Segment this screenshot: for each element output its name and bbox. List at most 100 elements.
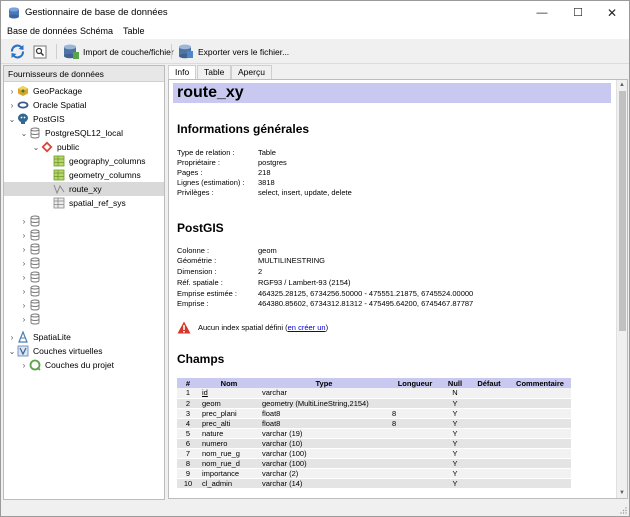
field-number: 10 [177, 478, 199, 489]
tree-item-route-xy[interactable]: route_xy [4, 182, 164, 196]
expand-icon[interactable]: › [19, 258, 29, 268]
field-length [389, 458, 441, 469]
expand-icon[interactable]: › [19, 286, 29, 296]
col-header-default: Défaut [469, 378, 509, 388]
tree-item-postgis[interactable]: ⌄ PostGIS [4, 112, 164, 126]
resize-grip-icon[interactable] [619, 506, 627, 514]
field-type: geometry (MultiLineString,2154) [259, 398, 389, 409]
info-value: select, insert, update, delete [258, 188, 352, 197]
tree-item-connection[interactable]: › [4, 298, 164, 312]
tree-item-connection[interactable]: › [4, 242, 164, 256]
warning-close: ) [325, 323, 329, 332]
field-name: importance [199, 468, 259, 479]
db-manager-window: Gestionnaire de base de données — ☐ ✕ Ba… [0, 0, 630, 517]
tree-item-connection[interactable]: › [4, 256, 164, 270]
field-default [469, 478, 509, 489]
minimize-button[interactable]: — [525, 1, 559, 25]
scroll-down-icon[interactable]: ▼ [617, 488, 627, 498]
panel-header: Fournisseurs de données [4, 66, 164, 82]
scroll-up-icon[interactable]: ▲ [617, 80, 627, 90]
field-default [469, 408, 509, 419]
field-default [469, 448, 509, 459]
table-row: 3 prec_plani float8 8 Y [177, 408, 571, 419]
maximize-button[interactable]: ☐ [561, 1, 595, 25]
field-default [469, 418, 509, 429]
database-app-icon [9, 7, 19, 19]
tab-apercu[interactable]: Aperçu [231, 65, 272, 79]
tree-item-spatial-ref-sys[interactable]: spatial_ref_sys [4, 196, 164, 210]
create-index-link[interactable]: en créer un [288, 323, 326, 332]
postgis-label: Réf. spatiale : [177, 278, 223, 287]
tree-item-connection[interactable]: › [4, 312, 164, 326]
expand-icon[interactable]: › [19, 272, 29, 282]
tree-item-connection[interactable]: › [4, 284, 164, 298]
expand-icon[interactable]: › [19, 314, 29, 324]
tree-item-virtual-layers[interactable]: ⌄ Couches virtuelles [4, 344, 164, 358]
tree-item-label: geography_columns [69, 156, 146, 166]
info-label: Propriétaire : [177, 158, 220, 167]
refresh-button[interactable] [9, 42, 26, 61]
info-button[interactable] [33, 42, 47, 61]
tree-item-connection[interactable]: › [4, 228, 164, 242]
tree-item-project-layers[interactable]: › Couches du projet [4, 358, 164, 372]
expand-icon[interactable]: › [7, 100, 17, 110]
scrollbar-thumb[interactable] [619, 91, 626, 331]
field-length: 8 [389, 418, 441, 429]
postgis-label: Géométrie : [177, 256, 217, 265]
info-label: Pages : [177, 168, 203, 177]
vertical-scrollbar[interactable]: ▲ ▼ [616, 80, 627, 498]
tab-table[interactable]: Table [197, 65, 232, 79]
collapse-icon[interactable]: ⌄ [7, 114, 17, 124]
import-layer-button[interactable]: Import de couche/fichier [62, 42, 174, 61]
tree-item-geopackage[interactable]: › GeoPackage [4, 84, 164, 98]
status-bar [1, 501, 629, 516]
expand-icon[interactable]: › [19, 230, 29, 240]
field-length [389, 468, 441, 479]
postgis-value: 464325.28125, 6734256.50000 - 475551.218… [258, 289, 474, 298]
tree-item-spatialite[interactable]: › SpatiaLite [4, 330, 164, 344]
field-type: varchar (2) [259, 468, 389, 479]
tree-item-connection[interactable]: › [4, 214, 164, 228]
field-number: 1 [177, 388, 199, 399]
geopackage-icon [17, 85, 29, 97]
export-file-button[interactable]: Exporter vers le fichier... [177, 42, 289, 61]
tree-item-connection[interactable]: › [4, 270, 164, 284]
tree-item-geometry-columns[interactable]: geometry_columns [4, 168, 164, 182]
expand-icon[interactable]: › [19, 300, 29, 310]
col-header-name: Nom [199, 378, 259, 388]
collapse-icon[interactable]: ⌄ [31, 142, 41, 152]
field-length [389, 398, 441, 409]
warning-text: Aucun index spatial défini ( [198, 323, 288, 332]
tree-item-oracle-spatial[interactable]: › Oracle Spatial [4, 98, 164, 112]
field-type: varchar (100) [259, 448, 389, 459]
database-icon [29, 257, 41, 269]
field-null: Y [441, 468, 469, 479]
menu-table[interactable]: Table [123, 26, 145, 36]
close-button[interactable]: ✕ [595, 1, 629, 25]
col-header-type: Type [259, 378, 389, 388]
info-label: Privilèges : [177, 188, 214, 197]
tree-item-geography-columns[interactable]: geography_columns [4, 154, 164, 168]
table-row: 4 prec_alti float8 8 Y [177, 418, 571, 429]
menu-schema[interactable]: Schéma [80, 26, 113, 36]
field-name: nom_rue_d [199, 458, 259, 469]
expand-icon[interactable]: › [19, 360, 29, 370]
field-comment [509, 398, 571, 409]
database-icon [29, 285, 41, 297]
tree-item-public-schema[interactable]: ⌄ public [4, 140, 164, 154]
table-icon [53, 155, 65, 167]
field-number: 8 [177, 458, 199, 469]
tree-item-postgresql12-local[interactable]: ⌄ PostgreSQL12_local [4, 126, 164, 140]
menu-base-de-donnees[interactable]: Base de données [7, 26, 77, 36]
field-number: 2 [177, 398, 199, 409]
tree-item-label: geometry_columns [69, 170, 141, 180]
expand-icon[interactable]: › [7, 86, 17, 96]
field-number: 7 [177, 448, 199, 459]
expand-icon[interactable]: › [19, 216, 29, 226]
tab-info[interactable]: Info [168, 65, 197, 80]
expand-icon[interactable]: › [7, 332, 17, 342]
collapse-icon[interactable]: ⌄ [7, 346, 17, 356]
expand-icon[interactable]: › [19, 244, 29, 254]
export-file-icon [179, 44, 193, 58]
collapse-icon[interactable]: ⌄ [19, 128, 29, 138]
